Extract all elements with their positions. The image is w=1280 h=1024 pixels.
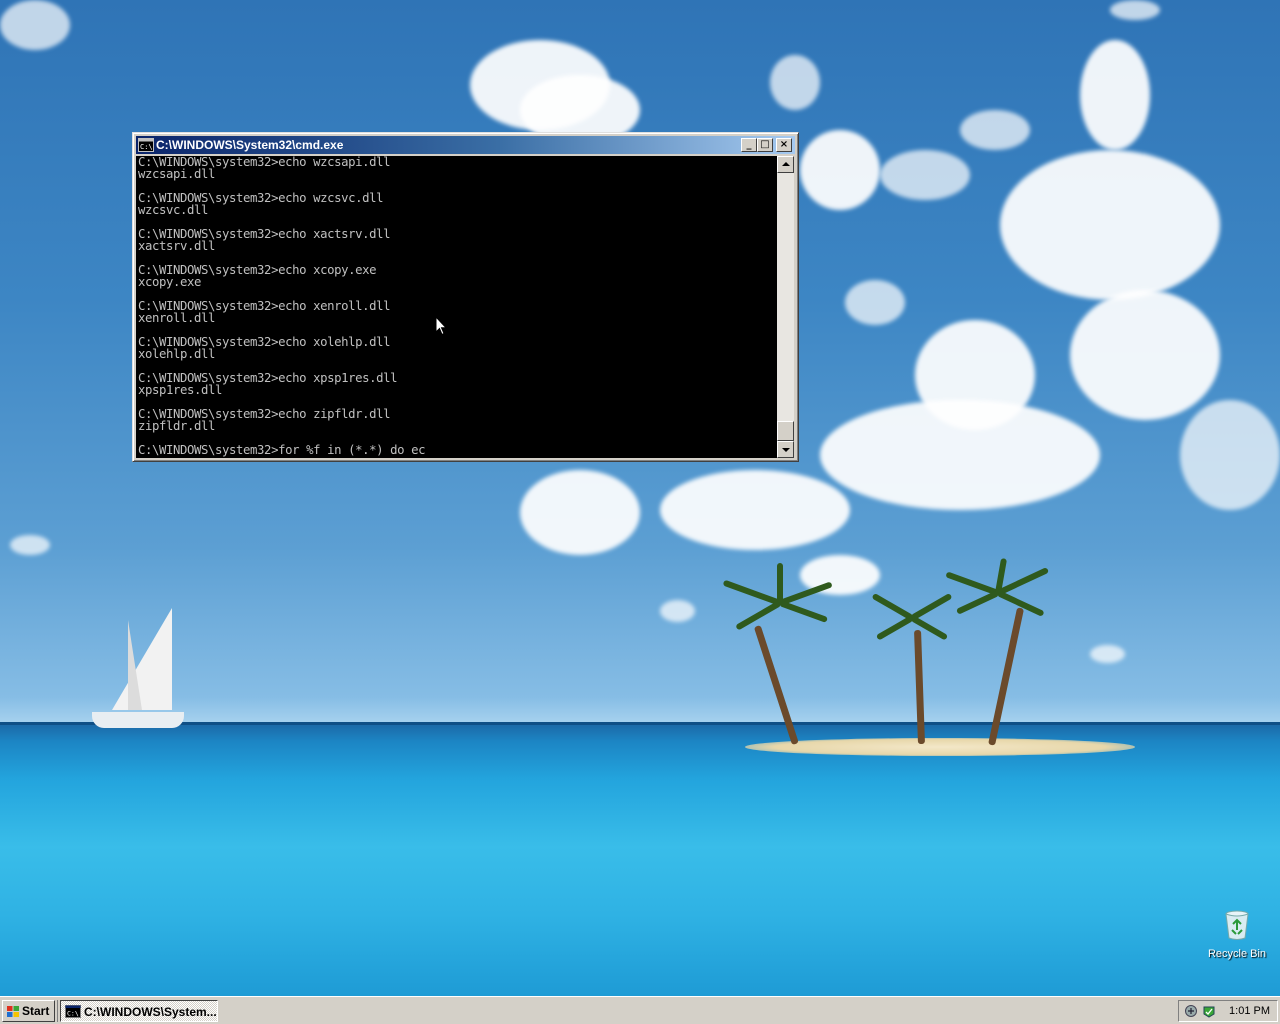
cloud — [1090, 645, 1125, 663]
palm-frond — [778, 600, 829, 623]
svg-text:C:\: C:\ — [140, 143, 153, 151]
console-output: C:\WINDOWS\system32>echo wzcsapi.dll wzc… — [138, 156, 426, 457]
cloud — [800, 130, 880, 210]
arrow-down-icon — [782, 448, 790, 452]
mouse-cursor-icon — [435, 315, 448, 341]
vertical-scrollbar[interactable] — [777, 156, 794, 458]
sailboat-hull — [92, 712, 184, 728]
sea — [0, 725, 1280, 996]
system-tray: 1:01 PM — [1178, 1000, 1278, 1022]
close-button[interactable]: × — [776, 138, 792, 152]
cloud — [10, 535, 50, 555]
palm-frond — [955, 590, 1000, 615]
palm-frond — [777, 563, 783, 603]
start-label: Start — [22, 1004, 50, 1018]
clock[interactable]: 1:01 PM — [1229, 1005, 1270, 1017]
cmd-icon: C:\ — [65, 1005, 81, 1018]
cmd-window[interactable]: C:\ C:\WINDOWS\System32\cmd.exe _ □ × C:… — [132, 132, 799, 462]
cloud — [1000, 150, 1220, 300]
scroll-down-button[interactable] — [777, 441, 794, 458]
cloud — [880, 150, 970, 200]
sailboat-sail — [112, 608, 172, 710]
window-title: C:\WINDOWS\System32\cmd.exe — [156, 138, 344, 152]
minimize-button[interactable]: _ — [741, 138, 757, 152]
recycle-bin-icon — [1224, 910, 1250, 940]
sailboat-jib — [128, 620, 142, 710]
cloud — [845, 280, 905, 325]
palm-frond — [875, 615, 914, 641]
scrollbar-thumb[interactable] — [777, 421, 794, 441]
svg-text:C:\: C:\ — [67, 1010, 79, 1018]
cloud — [770, 55, 820, 110]
security-icon[interactable] — [1202, 1004, 1216, 1018]
island-sand — [745, 738, 1135, 756]
scroll-up-button[interactable] — [777, 156, 794, 173]
arrow-up-icon — [782, 162, 790, 166]
start-button[interactable]: Start — [2, 1000, 55, 1022]
cmd-icon: C:\ — [138, 137, 154, 153]
windows-flag-icon — [6, 1005, 20, 1018]
cloud — [0, 0, 70, 50]
cloud — [660, 600, 695, 622]
recycle-bin-label: Recycle Bin — [1207, 948, 1267, 960]
cloud — [820, 400, 1100, 510]
cloud — [1110, 0, 1160, 20]
network-icon[interactable] — [1184, 1004, 1198, 1018]
taskbar-item-cmd[interactable]: C:\ C:\WINDOWS\System... — [60, 1000, 218, 1022]
recycle-bin[interactable]: Recycle Bin — [1204, 910, 1270, 960]
cloud — [1070, 290, 1220, 420]
taskbar: Start C:\ C:\WINDOWS\System... 1:01 PM — [0, 996, 1280, 1024]
cloud — [960, 110, 1030, 150]
cloud — [520, 470, 640, 555]
console-area[interactable]: C:\WINDOWS\system32>echo wzcsapi.dll wzc… — [136, 156, 777, 458]
palm-frond — [722, 579, 782, 606]
taskbar-item-label: C:\WINDOWS\System... — [84, 1005, 217, 1019]
maximize-button[interactable]: □ — [757, 138, 773, 152]
cloud — [1180, 400, 1280, 510]
cloud — [660, 470, 850, 550]
cloud — [1080, 40, 1150, 150]
title-bar[interactable]: C:\ C:\WINDOWS\System32\cmd.exe _ □ × — [136, 136, 795, 154]
